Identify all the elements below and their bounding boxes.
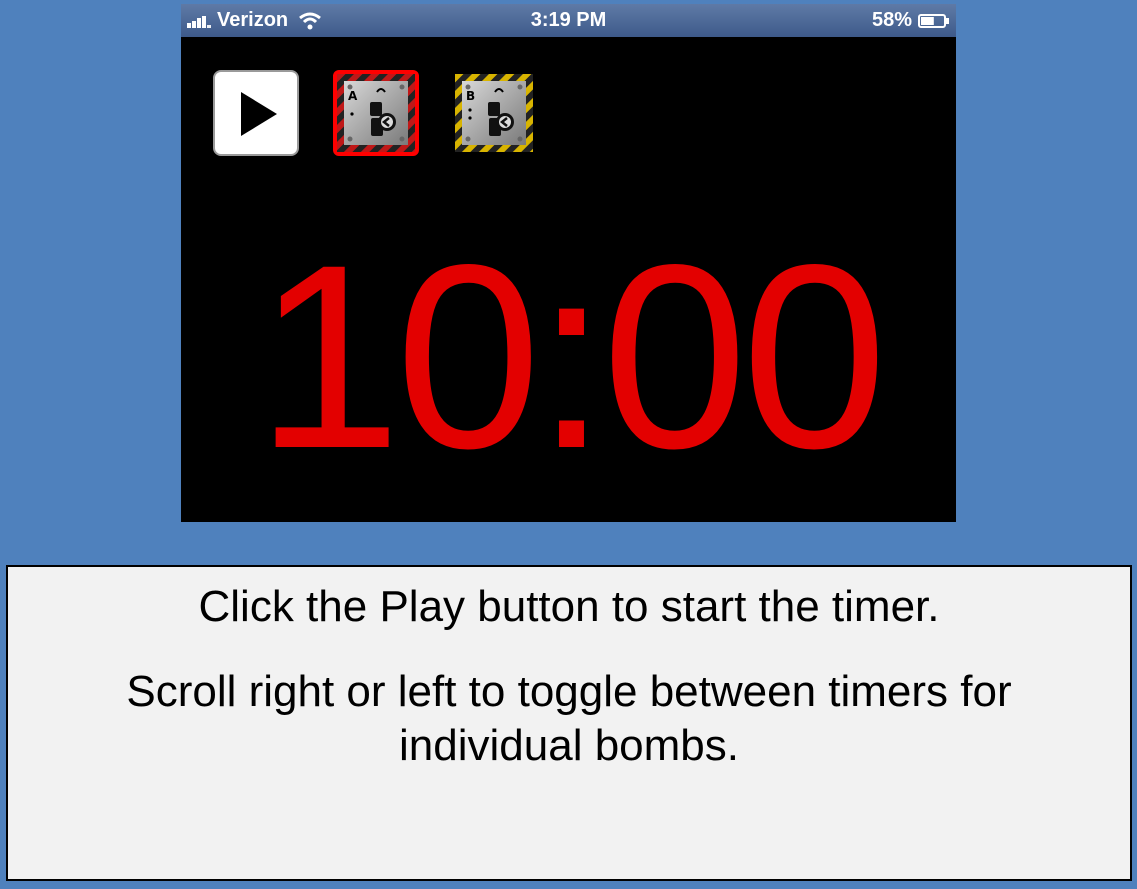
bomb-icon: B	[455, 74, 533, 152]
instruction-play: Click the Play button to start the timer…	[198, 582, 940, 631]
status-bar-right: 58%	[872, 9, 950, 32]
bomb-timer-a-button[interactable]: A	[333, 70, 419, 156]
instructions-panel: Click the Play button to start the timer…	[6, 565, 1132, 881]
bomb-timer-b-button[interactable]: B	[455, 74, 533, 152]
timer-display: 10:00	[255, 210, 888, 503]
status-bar: Verizon 3:19 PM 58%	[181, 4, 956, 37]
status-time: 3:19 PM	[530, 9, 607, 31]
phone-screen: Verizon 3:19 PM 58% A B 10:00	[181, 4, 956, 522]
instruction-scroll: Scroll right or left to toggle between t…	[126, 667, 1012, 770]
battery-icon	[918, 13, 949, 28]
svg-text:A: A	[348, 89, 358, 103]
bomb-icon: A	[337, 74, 415, 152]
battery-percent: 58%	[871, 9, 912, 31]
play-icon	[241, 92, 277, 136]
play-button[interactable]	[213, 70, 299, 156]
svg-text:B: B	[466, 89, 475, 103]
